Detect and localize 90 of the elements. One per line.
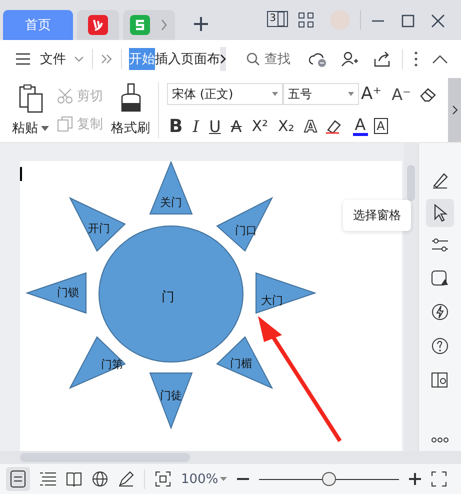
- sup-button[interactable]: X²: [250, 117, 270, 135]
- fit-page-icon[interactable]: [155, 471, 171, 487]
- text-cursor: [20, 167, 22, 181]
- ribbon-tab[interactable]: 页面布: [181, 48, 220, 70]
- search-label[interactable]: 查找: [264, 50, 290, 68]
- effect-button[interactable]: A: [302, 116, 319, 136]
- scissors-icon: [57, 88, 73, 104]
- new-tab-icon[interactable]: [193, 16, 209, 32]
- menu-icon[interactable]: [16, 53, 30, 65]
- close-icon[interactable]: [431, 14, 445, 28]
- grow-font-button[interactable]: A⁺: [359, 84, 384, 104]
- caret-icon[interactable]: [41, 126, 49, 130]
- shrink-font-button[interactable]: A⁻: [390, 84, 413, 104]
- share-icon[interactable]: [373, 51, 392, 67]
- zoom-in-icon[interactable]: [409, 473, 422, 485]
- spreadsheet-app-icon: [130, 15, 150, 35]
- select-pointer-button[interactable]: [426, 199, 454, 227]
- underline-button[interactable]: U: [207, 116, 223, 136]
- triangle-shape[interactable]: [256, 272, 317, 314]
- paste-button[interactable]: 粘贴: [12, 78, 49, 142]
- copy-icon: [57, 116, 73, 132]
- triangle-shape[interactable]: [25, 272, 86, 314]
- triangle-shape[interactable]: [68, 196, 126, 252]
- chevron-right-icon: [220, 54, 226, 64]
- globe-icon[interactable]: [92, 471, 108, 487]
- device-icon[interactable]: 3: [266, 11, 288, 27]
- format-painter-button[interactable]: 格式刷: [111, 78, 150, 142]
- shape-label: 门徒: [160, 389, 182, 402]
- caret-icon[interactable]: [220, 477, 228, 481]
- triangle-shape[interactable]: [216, 196, 274, 252]
- eraser-icon[interactable]: [419, 86, 437, 102]
- vertical-scrollbar[interactable]: [404, 143, 418, 451]
- image-tool-icon[interactable]: [431, 269, 449, 287]
- zoom-dropdown[interactable]: 100%: [181, 472, 218, 486]
- bold-button[interactable]: B: [167, 116, 185, 136]
- pen-icon[interactable]: [118, 471, 134, 487]
- shape-label: 大门: [261, 294, 283, 307]
- more-icon[interactable]: [431, 437, 449, 443]
- maximize-icon[interactable]: [401, 14, 415, 28]
- more-icon[interactable]: [414, 51, 418, 67]
- pen-icon[interactable]: [431, 171, 449, 189]
- paste-label: 粘贴: [12, 120, 38, 137]
- zoom-out-icon[interactable]: [237, 477, 250, 481]
- shape-label: 开门: [88, 222, 110, 235]
- page-view-button[interactable]: [6, 467, 30, 491]
- shape-label: 门楣: [230, 357, 252, 370]
- shape-label: 门锁: [57, 286, 79, 299]
- strike-button[interactable]: A: [228, 116, 244, 136]
- grid-icon[interactable]: [298, 12, 314, 28]
- border-button[interactable]: A: [374, 118, 388, 134]
- sliders-icon[interactable]: [431, 237, 449, 253]
- horizontal-scrollbar[interactable]: [0, 451, 461, 464]
- slider-thumb[interactable]: [322, 472, 336, 486]
- help-icon[interactable]: [431, 337, 449, 355]
- phone-icon: [277, 11, 285, 27]
- document-tab[interactable]: [123, 10, 175, 40]
- add-user-icon[interactable]: [341, 51, 360, 67]
- font-dropdown[interactable]: 宋体 (正文): [167, 83, 283, 105]
- book-search-icon[interactable]: [431, 371, 449, 389]
- triangle-shape[interactable]: [149, 372, 193, 430]
- device-count: 3: [270, 13, 276, 25]
- shape-label: 门: [162, 290, 174, 305]
- pdf-app-icon: [88, 15, 108, 35]
- outline-view-icon[interactable]: [40, 472, 56, 486]
- more-tabs-button[interactable]: [220, 47, 226, 71]
- shape-label: 门口: [235, 224, 257, 237]
- font-size-dropdown[interactable]: 五号: [283, 83, 359, 105]
- fullscreen-icon[interactable]: [431, 471, 448, 487]
- tooltip: 选择窗格: [343, 200, 411, 231]
- color-button[interactable]: A: [352, 116, 368, 136]
- lightning-icon[interactable]: [431, 303, 449, 321]
- file-menu[interactable]: 文件: [40, 50, 66, 68]
- clipboard-icon: [18, 83, 44, 113]
- shape-label: 门第: [101, 358, 123, 371]
- italic-button[interactable]: I: [190, 116, 202, 136]
- double-chevron-icon[interactable]: [100, 54, 113, 64]
- cursor-icon: [432, 204, 448, 222]
- search-icon[interactable]: [246, 52, 260, 66]
- triangle-shape[interactable]: [149, 161, 193, 214]
- sub-button[interactable]: X₂: [276, 117, 296, 135]
- book-icon[interactable]: [66, 471, 82, 487]
- document-tab[interactable]: [77, 10, 119, 40]
- chevron-down-icon[interactable]: [74, 55, 84, 63]
- collapse-icon[interactable]: [432, 54, 448, 64]
- triangle-shape[interactable]: [68, 336, 126, 390]
- chevron-right-icon: [452, 105, 458, 115]
- ribbon-tab[interactable]: 插入: [155, 48, 182, 70]
- cloud-icon[interactable]: [309, 51, 328, 67]
- shape-label: 关门: [160, 196, 182, 209]
- triangle-shape[interactable]: [216, 336, 274, 390]
